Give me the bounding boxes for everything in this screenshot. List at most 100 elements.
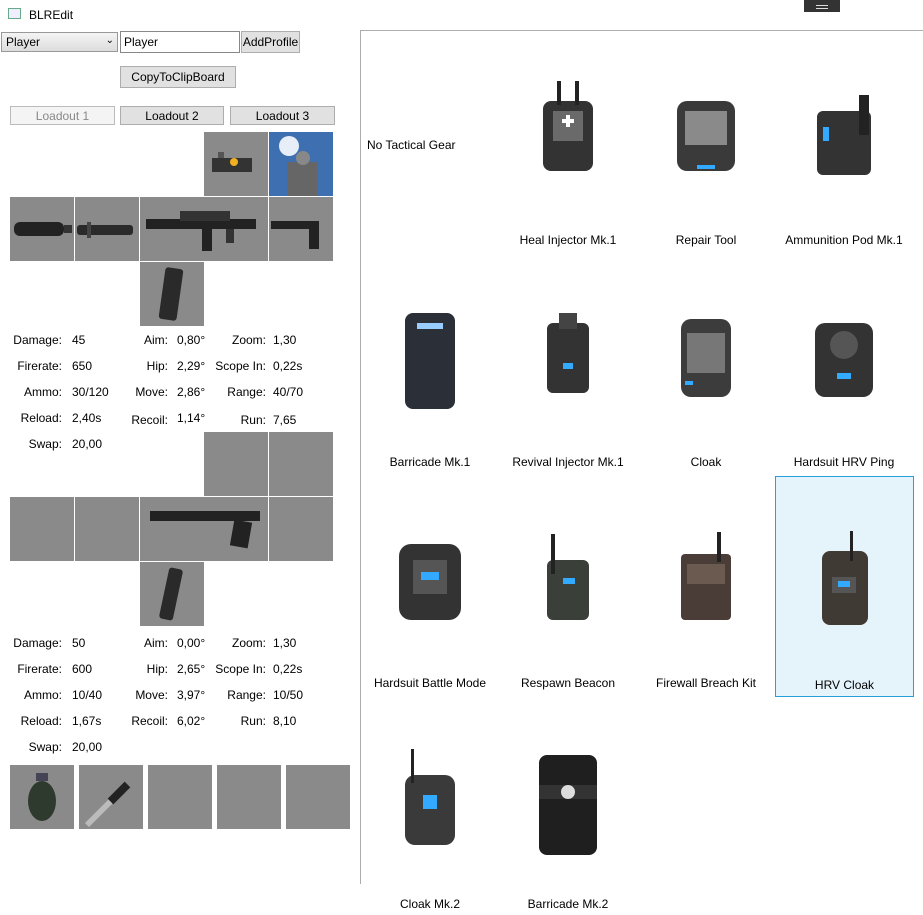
gear-item-label: Cloak Mk.2 xyxy=(399,897,461,911)
stat-label: Swap: xyxy=(28,437,62,451)
gear-item-revival-injector[interactable]: Revival Injector Mk.1 xyxy=(499,253,637,473)
gear-slot-3[interactable] xyxy=(148,765,212,829)
stat-value: 1,14° xyxy=(177,411,206,425)
stat-value: 20,00 xyxy=(72,740,103,754)
gear-item-cloak[interactable]: Cloak xyxy=(637,253,775,473)
gear-item-label: Hardsuit Battle Mode xyxy=(373,676,487,690)
ammo-pod-icon xyxy=(809,71,879,191)
gear-item-barricade-mk2[interactable]: Barricade Mk.2 xyxy=(499,695,637,915)
stat-value: 1,67s xyxy=(72,714,102,728)
stat-value: 40/70 xyxy=(273,385,304,399)
muzzle-slot[interactable] xyxy=(10,197,74,261)
stat-label: Aim: xyxy=(144,636,168,650)
gear-slot-4[interactable] xyxy=(217,765,281,829)
scope-slot[interactable] xyxy=(204,132,268,196)
app-icon xyxy=(8,8,21,19)
stat-label: Reload: xyxy=(20,411,62,425)
title-bar: BLREdit xyxy=(0,0,923,30)
camo-slot[interactable] xyxy=(269,132,333,196)
gear-item-heal-injector[interactable]: Heal Injector Mk.1 xyxy=(499,31,637,251)
stat-value: 3,97° xyxy=(177,688,206,702)
stat-value: 50 xyxy=(72,636,86,650)
hrv-cloak-icon xyxy=(810,517,880,637)
profile-select[interactable]: Player ⌄ xyxy=(1,32,118,52)
scope-icon xyxy=(212,152,252,172)
gear-item-cloak-mk2[interactable]: Cloak Mk.2 xyxy=(361,695,499,915)
gear-item-label: Barricade Mk.1 xyxy=(389,455,471,469)
gear-slot-5[interactable] xyxy=(286,765,350,829)
magazine-slot[interactable] xyxy=(140,262,204,326)
gear-slot-1[interactable] xyxy=(10,765,74,829)
barrel-icon xyxy=(77,222,133,238)
secondary-receiver-slot[interactable] xyxy=(140,497,268,561)
stat-value: 30/120 xyxy=(72,385,109,399)
repair-tool-icon xyxy=(671,71,741,191)
stock-slot[interactable] xyxy=(269,197,333,261)
stat-label: Scope In: xyxy=(215,359,266,373)
tab-loadout-1[interactable]: Loadout 1 xyxy=(10,106,115,125)
tab-loadout-2[interactable]: Loadout 2 xyxy=(120,106,224,125)
gear-item-barricade[interactable]: Barricade Mk.1 xyxy=(361,253,499,473)
gear-item-none[interactable]: No Tactical Gear xyxy=(361,31,499,251)
gear-item-label: Firewall Breach Kit xyxy=(655,676,757,690)
secondary-muzzle-slot[interactable] xyxy=(10,497,74,561)
hardsuit-hrv-ping-icon xyxy=(809,293,879,413)
secondary-camo-slot[interactable] xyxy=(269,432,333,496)
stat-label: Range: xyxy=(227,385,266,399)
gear-item-firewall-breach-kit[interactable]: Firewall Breach Kit xyxy=(637,474,775,694)
stat-value: 2,29° xyxy=(177,359,206,373)
stat-label: Reload: xyxy=(20,714,62,728)
profile-name-input[interactable] xyxy=(120,31,240,53)
barricade-icon xyxy=(395,293,465,413)
pistol-icon xyxy=(150,511,260,549)
heal-injector-icon xyxy=(533,71,603,191)
stat-label: Damage: xyxy=(13,636,62,650)
gear-item-ammo-pod[interactable]: Ammunition Pod Mk.1 xyxy=(775,31,913,251)
stat-value: 2,86° xyxy=(177,385,206,399)
secondary-stock-slot[interactable] xyxy=(269,497,333,561)
gear-item-label: Cloak xyxy=(690,455,722,469)
stat-value: 8,10 xyxy=(273,714,297,728)
hardsuit-battle-mode-icon xyxy=(395,514,465,634)
gear-item-hardsuit-battle-mode[interactable]: Hardsuit Battle Mode xyxy=(361,474,499,694)
stat-value: 0,22s xyxy=(273,359,303,373)
stat-label: Firerate: xyxy=(17,359,62,373)
gear-item-hrv-cloak[interactable]: HRV Cloak xyxy=(775,476,914,697)
stat-label: Recoil: xyxy=(131,714,168,728)
stat-label: Move: xyxy=(135,385,168,399)
window-title: BLREdit xyxy=(29,8,74,22)
gear-item-respawn-beacon[interactable]: Respawn Beacon xyxy=(499,474,637,694)
cloak-mk2-icon xyxy=(395,735,465,855)
copy-clipboard-button[interactable]: CopyToClipBoard xyxy=(120,66,236,88)
tab-loadout-3[interactable]: Loadout 3 xyxy=(230,106,335,125)
secondary-magazine-slot[interactable] xyxy=(140,562,204,626)
item-list-panel: No Tactical Gear Heal Injector Mk.1 Repa… xyxy=(360,30,923,911)
scroll-handle[interactable] xyxy=(804,0,840,12)
receiver-slot[interactable] xyxy=(140,197,268,261)
stat-value: 0,22s xyxy=(273,662,303,676)
stat-value: 2,40s xyxy=(72,411,102,425)
barrel-slot[interactable] xyxy=(75,197,139,261)
camo-preview-icon xyxy=(269,132,333,196)
stat-label: Swap: xyxy=(28,740,62,754)
revival-injector-icon xyxy=(533,293,603,413)
gear-item-label: Barricade Mk.2 xyxy=(527,897,609,911)
gear-item-hardsuit-hrv-ping[interactable]: Hardsuit HRV Ping xyxy=(775,253,913,473)
secondary-barrel-slot[interactable] xyxy=(75,497,139,561)
stat-label: Recoil: xyxy=(131,413,168,427)
gear-item-label: Heal Injector Mk.1 xyxy=(519,233,617,247)
gear-item-label: Repair Tool xyxy=(675,233,737,247)
stat-value: 6,02° xyxy=(177,714,206,728)
gear-item-repair-tool[interactable]: Repair Tool xyxy=(637,31,775,251)
add-profile-button[interactable]: AddProfile xyxy=(241,31,300,53)
gear-item-label: Ammunition Pod Mk.1 xyxy=(785,233,903,247)
secondary-scope-slot[interactable] xyxy=(204,432,268,496)
stat-value: 650 xyxy=(72,359,93,373)
secondary-stats: Damage: 50 Aim: 0,00° Zoom: 1,30 Firerat… xyxy=(0,636,360,766)
rifle-icon xyxy=(146,211,256,251)
gear-slot-2[interactable] xyxy=(79,765,143,829)
stat-label: Hip: xyxy=(146,662,168,676)
chevron-down-icon: ⌄ xyxy=(105,35,114,46)
stat-value: 45 xyxy=(72,333,86,347)
stat-label: Firerate: xyxy=(17,662,62,676)
